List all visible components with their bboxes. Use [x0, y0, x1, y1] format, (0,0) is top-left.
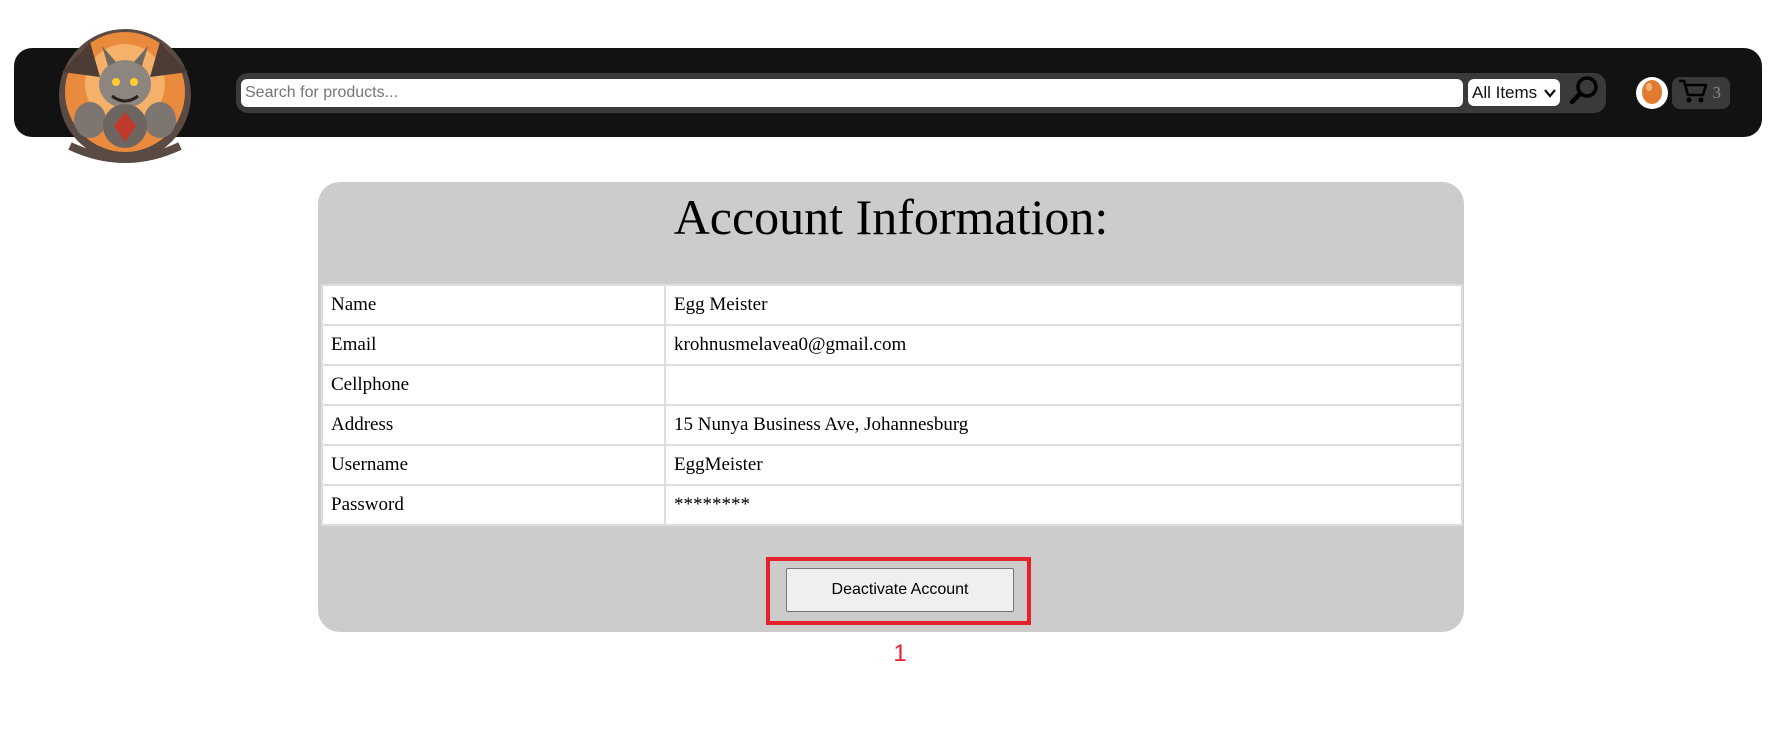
- annotation-highlight-box: [766, 557, 1031, 625]
- search-input[interactable]: [241, 79, 1463, 107]
- table-row: Name Egg Meister: [321, 284, 1463, 326]
- row-label: Name: [321, 284, 666, 326]
- category-select-value: All Items: [1472, 82, 1538, 102]
- profile-button[interactable]: [1636, 77, 1668, 109]
- row-value: 15 Nunya Business Ave, Johannesburg: [664, 404, 1463, 446]
- row-value: EggMeister: [664, 444, 1463, 486]
- egg-avatar-icon: [1640, 77, 1664, 110]
- shopping-cart-icon: [1678, 78, 1708, 109]
- chevron-down-icon: [1544, 83, 1556, 103]
- table-row: Email krohnusmelavea0@gmail.com: [321, 324, 1463, 366]
- row-label: Cellphone: [321, 364, 666, 406]
- magnifier-icon: [1568, 74, 1600, 111]
- table-row: Address 15 Nunya Business Ave, Johannesb…: [321, 404, 1463, 446]
- row-value: ********: [664, 484, 1463, 526]
- table-row: Username EggMeister: [321, 444, 1463, 486]
- row-label: Email: [321, 324, 666, 366]
- row-label: Password: [321, 484, 666, 526]
- row-value: [664, 364, 1463, 406]
- table-row: Password ********: [321, 484, 1463, 526]
- page: All Items 3: [0, 0, 1773, 737]
- row-label: Username: [321, 444, 666, 486]
- category-select[interactable]: All Items: [1468, 79, 1560, 106]
- annotation-label: 1: [893, 640, 907, 667]
- page-title: Account Information:: [673, 189, 1109, 245]
- table-row: Cellphone: [321, 364, 1463, 406]
- row-value: Egg Meister: [664, 284, 1463, 326]
- dragon-crest-logo[interactable]: [50, 22, 200, 168]
- row-label: Address: [321, 404, 666, 446]
- cart-count-badge: 3: [1712, 83, 1722, 102]
- cart-button[interactable]: 3: [1672, 77, 1730, 109]
- search-button[interactable]: [1566, 74, 1602, 110]
- account-info-table: Name Egg Meister Email krohnusmelavea0@g…: [321, 284, 1463, 526]
- row-value: krohnusmelavea0@gmail.com: [664, 324, 1463, 366]
